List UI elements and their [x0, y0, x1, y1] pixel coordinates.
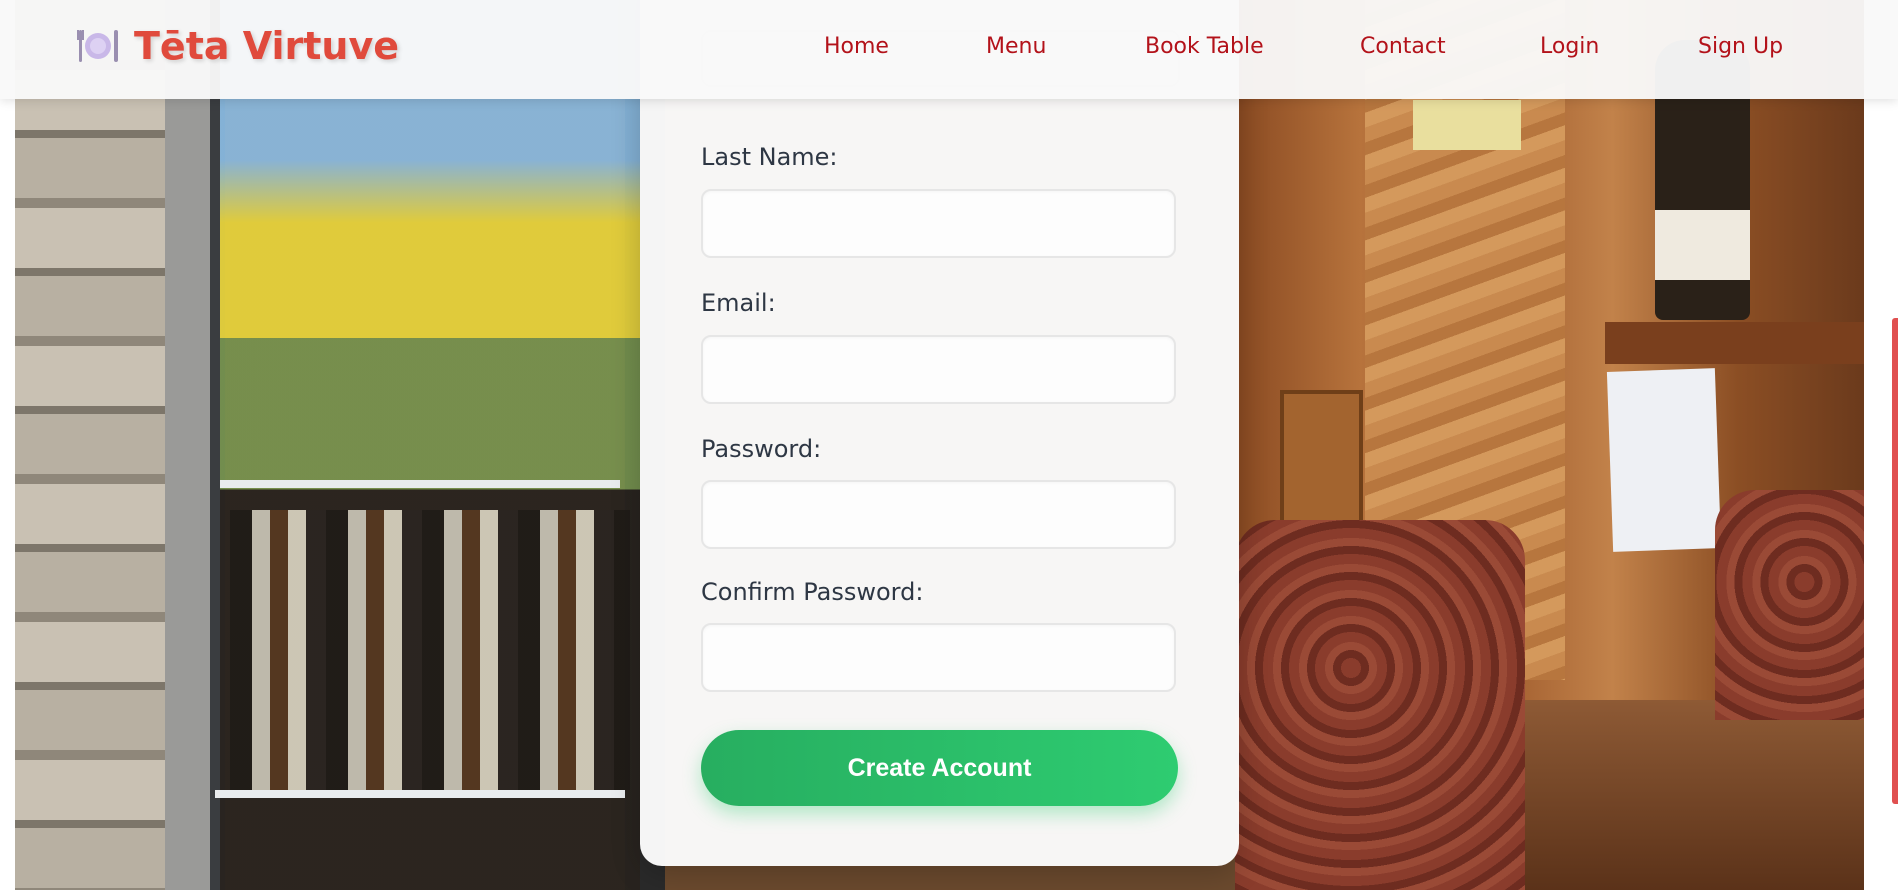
- nav-link-menu[interactable]: Menu: [986, 34, 1046, 59]
- password-input[interactable]: [701, 480, 1176, 549]
- signup-form-card: Last Name: Email: Password: Confirm Pass…: [640, 0, 1239, 866]
- last-name-label: Last Name:: [701, 143, 838, 171]
- page-scrollbar[interactable]: [1892, 318, 1898, 804]
- brand-logo-link[interactable]: Tēta Virtuve: [76, 24, 399, 68]
- confirm-password-label: Confirm Password:: [701, 578, 924, 606]
- brand-name: Tēta Virtuve: [134, 24, 399, 68]
- email-input[interactable]: [701, 335, 1176, 404]
- nav-link-sign-up[interactable]: Sign Up: [1698, 34, 1783, 59]
- nav-link-login[interactable]: Login: [1540, 34, 1599, 59]
- signup-page: Tēta Virtuve Home Menu Book Table Contac…: [0, 0, 1898, 890]
- nav-link-contact[interactable]: Contact: [1360, 34, 1446, 59]
- top-navbar: Tēta Virtuve Home Menu Book Table Contac…: [0, 0, 1898, 99]
- create-account-button[interactable]: Create Account: [701, 730, 1178, 806]
- last-name-input[interactable]: [701, 189, 1176, 258]
- plate-fork-knife-icon: [76, 24, 120, 68]
- nav-link-book-table[interactable]: Book Table: [1145, 34, 1264, 59]
- nav-link-home[interactable]: Home: [824, 34, 889, 59]
- confirm-password-input[interactable]: [701, 623, 1176, 692]
- email-label: Email:: [701, 289, 776, 317]
- password-label: Password:: [701, 435, 822, 463]
